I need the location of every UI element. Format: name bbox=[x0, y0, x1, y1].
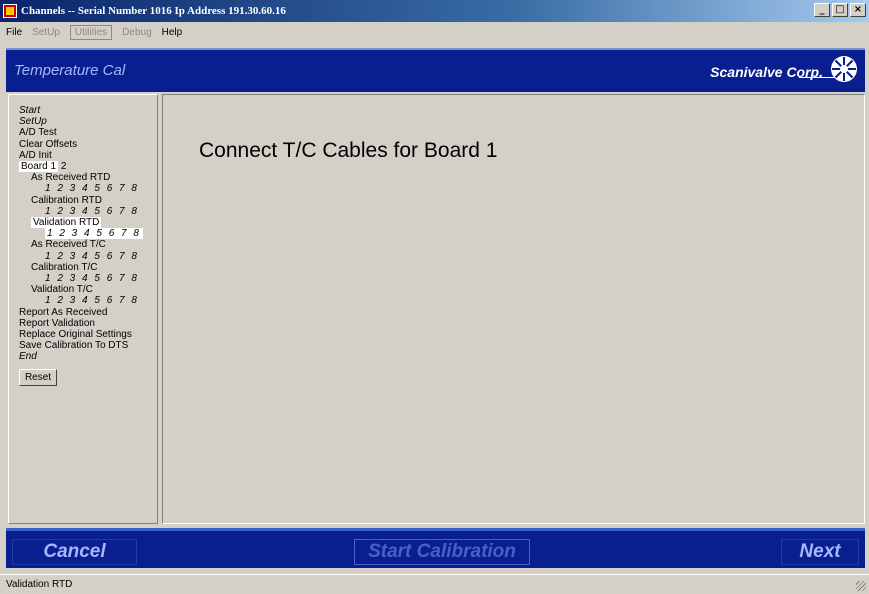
maximize-button[interactable]: □ bbox=[832, 3, 848, 17]
window-controls: _ □ × bbox=[814, 3, 866, 17]
window-title: Channels -- Serial Number 1016 Ip Addres… bbox=[21, 5, 286, 17]
step-ad-init[interactable]: A/D Init bbox=[19, 150, 157, 161]
board-item-1[interactable]: Board 1 bbox=[19, 161, 59, 173]
step-calibration-rtd[interactable]: Calibration RTD bbox=[19, 195, 157, 206]
step-report-validation[interactable]: Report Validation bbox=[19, 318, 157, 329]
board-selector: Board 1 2 bbox=[19, 161, 157, 173]
next-button[interactable]: Next bbox=[781, 539, 859, 565]
start-calibration-button[interactable]: Start Calibration bbox=[354, 539, 530, 565]
menu-file[interactable]: File bbox=[6, 27, 22, 38]
scanivalve-logo-icon bbox=[831, 56, 857, 82]
title-bar: Channels -- Serial Number 1016 Ip Addres… bbox=[0, 0, 869, 22]
main-panel: Connect T/C Cables for Board 1 bbox=[162, 94, 865, 524]
step-clear-offsets[interactable]: Clear Offsets bbox=[19, 139, 157, 150]
step-replace-original-settings[interactable]: Replace Original Settings bbox=[19, 329, 157, 340]
step-as-received-tc[interactable]: As Received T/C bbox=[19, 239, 157, 250]
menu-setup[interactable]: SetUp bbox=[32, 27, 60, 38]
step-calibration-tc[interactable]: Calibration T/C bbox=[19, 262, 157, 273]
cancel-button[interactable]: Cancel bbox=[12, 539, 137, 565]
board-1-number: 1 bbox=[50, 161, 57, 173]
status-text: Validation RTD bbox=[6, 579, 73, 590]
step-validation-rtd[interactable]: Validation RTD bbox=[19, 217, 157, 229]
step-save-calibration[interactable]: Save Calibration To DTS bbox=[19, 340, 157, 351]
step-validation-rtd-label: Validation RTD bbox=[31, 217, 102, 229]
step-start[interactable]: Start bbox=[19, 105, 157, 116]
board-label: Board bbox=[21, 161, 48, 173]
menu-utilities[interactable]: Utilities bbox=[69, 24, 113, 40]
step-report-as-received[interactable]: Report As Received bbox=[19, 307, 157, 318]
menu-debug[interactable]: Debug bbox=[122, 27, 151, 38]
step-validation-tc[interactable]: Validation T/C bbox=[19, 284, 157, 295]
status-bar: Validation RTD bbox=[0, 574, 869, 594]
menu-help[interactable]: Help bbox=[162, 27, 183, 38]
step-setup[interactable]: SetUp bbox=[19, 116, 157, 127]
step-as-received-rtd[interactable]: As Received RTD bbox=[19, 172, 157, 183]
board-item-2[interactable]: 2 bbox=[61, 161, 67, 172]
resize-grip-icon[interactable] bbox=[856, 581, 866, 591]
footer-band: Cancel Start Calibration Next bbox=[6, 528, 865, 568]
close-button[interactable]: × bbox=[850, 3, 866, 17]
header-band: Temperature Cal Scanivalve Corp. bbox=[6, 48, 865, 92]
step-sidebar: Start SetUp A/D Test Clear Offsets A/D I… bbox=[8, 94, 158, 524]
menu-bar: File SetUp Utilities Debug Help bbox=[0, 22, 869, 42]
instruction-message: Connect T/C Cables for Board 1 bbox=[199, 139, 498, 162]
channels-calibration-rtd[interactable]: 1 2 3 4 5 6 7 8 bbox=[19, 206, 157, 217]
step-end[interactable]: End bbox=[19, 351, 157, 362]
channels-validation-tc[interactable]: 1 2 3 4 5 6 7 8 bbox=[19, 295, 157, 306]
minimize-button[interactable]: _ bbox=[814, 3, 830, 17]
channels-as-received-tc[interactable]: 1 2 3 4 5 6 7 8 bbox=[19, 251, 157, 262]
step-ad-test[interactable]: A/D Test bbox=[19, 127, 157, 138]
channels-validation-rtd[interactable]: 1 2 3 4 5 6 7 8 bbox=[19, 228, 157, 240]
channels-as-received-rtd[interactable]: 1 2 3 4 5 6 7 8 bbox=[19, 183, 157, 194]
channels-validation-rtd-label: 1 2 3 4 5 6 7 8 bbox=[45, 228, 143, 240]
channels-calibration-tc[interactable]: 1 2 3 4 5 6 7 8 bbox=[19, 273, 157, 284]
page-title: Temperature Cal bbox=[14, 62, 126, 79]
reset-button[interactable]: Reset bbox=[19, 368, 57, 386]
app-icon bbox=[3, 4, 17, 18]
